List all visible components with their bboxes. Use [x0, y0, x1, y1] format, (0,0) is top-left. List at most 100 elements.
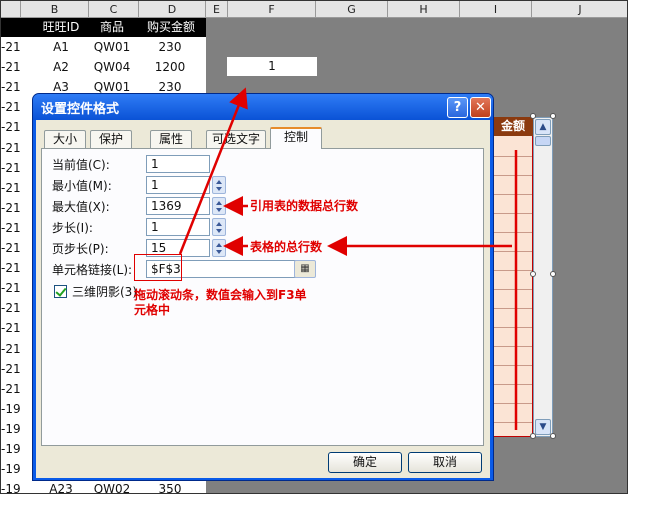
table-row: -21 A1 QW01 230: [1, 37, 206, 57]
max-value-label: 最大值(X):: [52, 200, 110, 214]
row-number-cell[interactable]: -19: [1, 479, 21, 493]
step-input[interactable]: 1: [146, 218, 210, 236]
cell-reference-icon[interactable]: ▦: [294, 260, 316, 278]
row-number-cell[interactable]: -21: [1, 117, 21, 137]
cancel-button[interactable]: 取消: [408, 452, 482, 473]
row-number-cell[interactable]: -21: [1, 138, 21, 158]
column-header-f[interactable]: F: [228, 1, 316, 18]
row-number-cell[interactable]: -19: [1, 399, 21, 419]
max-value-input[interactable]: 1369: [146, 197, 210, 215]
row-number-cell[interactable]: -19: [1, 419, 21, 439]
header-item: 商品: [99, 20, 124, 34]
tab-protection[interactable]: 保护: [90, 130, 132, 148]
right-table-header: 金额: [493, 117, 533, 136]
column-header-j[interactable]: J: [532, 1, 627, 18]
tab-alt-text[interactable]: 可选文字: [206, 130, 266, 148]
item-cell[interactable]: QW04: [86, 57, 138, 77]
grid-line: [494, 194, 532, 195]
row-number-cell[interactable]: -21: [1, 37, 21, 57]
dialog-title: 设置控件格式: [41, 102, 120, 117]
row-number-cell[interactable]: -21: [1, 178, 21, 198]
page-step-label: 页步长(P):: [52, 242, 109, 256]
dialog-titlebar[interactable]: 设置控件格式 ? ✕: [33, 94, 493, 120]
column-header-d[interactable]: D: [139, 1, 206, 18]
scroll-thumb[interactable]: [535, 136, 551, 146]
column-header-h[interactable]: H: [388, 1, 460, 18]
scroll-up-button[interactable]: ▲: [535, 119, 551, 135]
wangwang-id-cell[interactable]: A23: [41, 479, 81, 493]
grid-line: [494, 327, 532, 328]
row-number-cell[interactable]: -21: [1, 379, 21, 399]
close-button[interactable]: ✕: [470, 97, 491, 118]
grid-line: [494, 175, 532, 176]
amount-cell[interactable]: 230: [141, 37, 199, 57]
right-table-panel: [493, 117, 533, 437]
cell-f3[interactable]: 1: [227, 57, 317, 76]
grid-line: [494, 346, 532, 347]
row-number-cell[interactable]: -21: [1, 218, 21, 238]
table-row: -19 A23 QW02 350: [1, 479, 206, 493]
tab-control[interactable]: 控制: [270, 127, 322, 149]
row-number-cell[interactable]: -21: [1, 318, 21, 338]
grid-line: [494, 270, 532, 271]
table-header-row: 旺旺ID 商品 购买金额: [1, 18, 206, 37]
row-number-cell[interactable]: -21: [1, 77, 21, 97]
table-row: -21 A2 QW04 1200: [1, 57, 206, 77]
column-header-g[interactable]: G: [316, 1, 388, 18]
column-header-c[interactable]: C: [89, 1, 139, 18]
annotation-link-note-line2: 元格中: [134, 303, 171, 317]
ok-button[interactable]: 确定: [328, 452, 402, 473]
row-number-cell[interactable]: -21: [1, 158, 21, 178]
column-header-b[interactable]: B: [21, 1, 89, 18]
scroll-down-button[interactable]: ▼: [535, 419, 551, 435]
row-number-cell[interactable]: -21: [1, 258, 21, 278]
row-number-cell[interactable]: -21: [1, 238, 21, 258]
3d-shading-checkbox[interactable]: [54, 285, 67, 298]
screenshot-stage: B C D E F G H I J -21 A1 QW01 230 -21 A2 QW04 1…: [0, 0, 646, 513]
cell-link-label: 单元格链接(L):: [52, 263, 133, 277]
tab-size[interactable]: 大小: [44, 130, 86, 148]
amount-cell[interactable]: 1200: [141, 57, 199, 77]
grid-line: [494, 308, 532, 309]
resize-handle[interactable]: [550, 433, 556, 439]
wangwang-id-cell[interactable]: A2: [41, 57, 81, 77]
column-header-e[interactable]: E: [206, 1, 228, 18]
row-number-cell[interactable]: -21: [1, 57, 21, 77]
grid-line: [494, 365, 532, 366]
item-cell[interactable]: QW02: [86, 479, 138, 493]
page-step-spinner[interactable]: [212, 239, 226, 257]
resize-handle[interactable]: [530, 271, 536, 277]
current-value-label: 当前值(C):: [52, 158, 110, 172]
grid-line: [494, 403, 532, 404]
row-number-cell[interactable]: -19: [1, 459, 21, 479]
help-button[interactable]: ?: [447, 97, 468, 118]
min-value-input[interactable]: 1: [146, 176, 210, 194]
min-value-spinner[interactable]: [212, 176, 226, 194]
row-number-cell[interactable]: -21: [1, 198, 21, 218]
step-spinner[interactable]: [212, 218, 226, 236]
max-value-spinner[interactable]: [212, 197, 226, 215]
grid-line: [494, 422, 532, 423]
resize-handle[interactable]: [550, 271, 556, 277]
grid-line: [494, 232, 532, 233]
row-number-cell[interactable]: -19: [1, 439, 21, 459]
row-number-cell[interactable]: -21: [1, 359, 21, 379]
resize-handle[interactable]: [550, 113, 556, 119]
scrollbar-control[interactable]: ▲ ▼: [533, 117, 553, 437]
resize-handle[interactable]: [530, 433, 536, 439]
column-header-i[interactable]: I: [460, 1, 532, 18]
row-number-cell[interactable]: -21: [1, 339, 21, 359]
current-value-input[interactable]: 1: [146, 155, 210, 173]
tab-properties[interactable]: 属性: [150, 130, 192, 148]
annotation-link-highlight-box: [134, 254, 182, 281]
row-number-cell[interactable]: -21: [1, 278, 21, 298]
column-header-blank: [1, 1, 21, 18]
wangwang-id-cell[interactable]: A1: [41, 37, 81, 57]
amount-cell[interactable]: 350: [141, 479, 199, 493]
row-number-cell[interactable]: -21: [1, 97, 21, 117]
row-number-cell[interactable]: -21: [1, 298, 21, 318]
grid-line: [494, 156, 532, 157]
3d-shading-label: 三维阴影(3): [72, 285, 137, 299]
item-cell[interactable]: QW01: [86, 37, 138, 57]
resize-handle[interactable]: [530, 113, 536, 119]
